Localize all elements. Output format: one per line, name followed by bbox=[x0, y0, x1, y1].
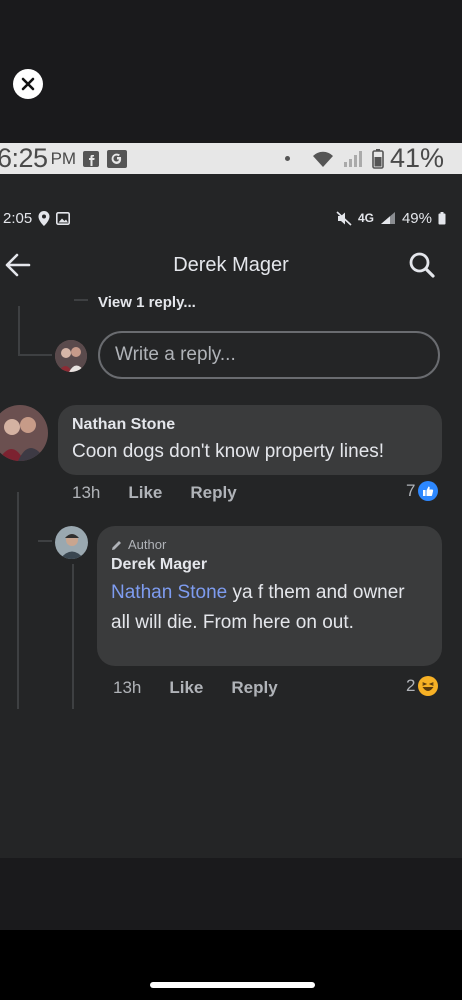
page-title: Derek Mager bbox=[173, 253, 289, 276]
wifi-icon bbox=[312, 151, 333, 167]
comment-text: Coon dogs don't know property lines! bbox=[72, 441, 385, 462]
home-indicator[interactable] bbox=[150, 982, 315, 988]
thread-connector bbox=[18, 306, 20, 356]
avatar bbox=[0, 405, 48, 461]
conversation-header: Derek Mager bbox=[0, 244, 462, 286]
thread-connector-elbow bbox=[18, 354, 52, 356]
nested-thread-line bbox=[72, 564, 74, 709]
reply-author[interactable]: Derek Mager bbox=[111, 556, 207, 574]
signal-icon bbox=[343, 150, 362, 167]
comment-bubble[interactable]: Nathan Stone Coon dogs don't know proper… bbox=[58, 405, 442, 475]
avatar bbox=[55, 340, 87, 372]
outer-battery-percent: 41% bbox=[389, 143, 444, 173]
battery-icon bbox=[372, 148, 384, 169]
reaction-summary[interactable]: 2 bbox=[406, 676, 439, 696]
reply-bubble[interactable]: Author Derek Mager Nathan Stone ya f the… bbox=[97, 526, 442, 666]
outer-status-bar: 6:25 PM 41% bbox=[0, 143, 462, 174]
comment-author[interactable]: Nathan Stone bbox=[72, 416, 175, 434]
reaction-count: 2 bbox=[406, 676, 416, 695]
google-icon bbox=[106, 149, 128, 169]
comment-actions: 13h Like Reply bbox=[72, 483, 237, 503]
reaction-count: 7 bbox=[406, 481, 416, 500]
network-type: 4G bbox=[357, 211, 374, 225]
back-arrow-icon[interactable] bbox=[4, 252, 32, 278]
reply-text-block: Nathan Stone ya f them and owner all wil… bbox=[111, 578, 426, 638]
close-icon bbox=[21, 77, 35, 91]
reply-button[interactable]: Reply bbox=[231, 678, 277, 698]
reply-input-placeholder: Write a reply... bbox=[115, 344, 236, 365]
messenger-screenshot: 2:05 4G 49% Derek Mager View 1 reply... … bbox=[0, 174, 462, 858]
inner-status-bar: 2:05 4G 49% bbox=[0, 204, 462, 232]
mute-icon bbox=[336, 210, 352, 226]
haha-reaction-icon bbox=[418, 676, 439, 696]
like-button[interactable]: Like bbox=[169, 678, 203, 698]
gallery-icon bbox=[56, 211, 71, 225]
mention-link[interactable]: Nathan Stone bbox=[111, 582, 227, 603]
like-reaction-icon bbox=[418, 481, 439, 501]
reply-thread-line bbox=[17, 492, 19, 709]
view-replies-link[interactable]: View 1 reply... bbox=[98, 294, 196, 311]
dot-icon bbox=[284, 156, 290, 161]
reaction-summary[interactable]: 7 bbox=[406, 481, 439, 501]
inner-signal-icon bbox=[380, 212, 395, 224]
reply-connector-elbow bbox=[38, 540, 52, 542]
inner-status-time: 2:05 bbox=[3, 209, 33, 227]
pencil-icon bbox=[112, 540, 121, 550]
bottom-panel bbox=[0, 930, 462, 1000]
outer-status-ampm: PM bbox=[50, 148, 77, 168]
outer-status-time: 6:25 bbox=[0, 143, 48, 173]
comment-time: 13h bbox=[72, 483, 101, 502]
avatar bbox=[55, 526, 88, 559]
facebook-icon bbox=[82, 150, 100, 168]
reply-actions: 13h Like Reply bbox=[113, 678, 278, 698]
reply-time: 13h bbox=[113, 678, 142, 697]
inner-battery-icon bbox=[438, 211, 446, 224]
view-reply-connector bbox=[74, 299, 88, 301]
inner-battery-percent: 49% bbox=[401, 209, 432, 227]
close-viewer-button[interactable] bbox=[13, 69, 43, 99]
like-button[interactable]: Like bbox=[128, 483, 162, 503]
author-badge: Author bbox=[111, 537, 166, 552]
search-icon[interactable] bbox=[408, 251, 436, 279]
reply-button[interactable]: Reply bbox=[190, 483, 236, 503]
reply-input[interactable]: Write a reply... bbox=[98, 331, 440, 379]
author-badge-label: Author bbox=[128, 537, 167, 552]
location-pin-icon bbox=[38, 210, 50, 226]
